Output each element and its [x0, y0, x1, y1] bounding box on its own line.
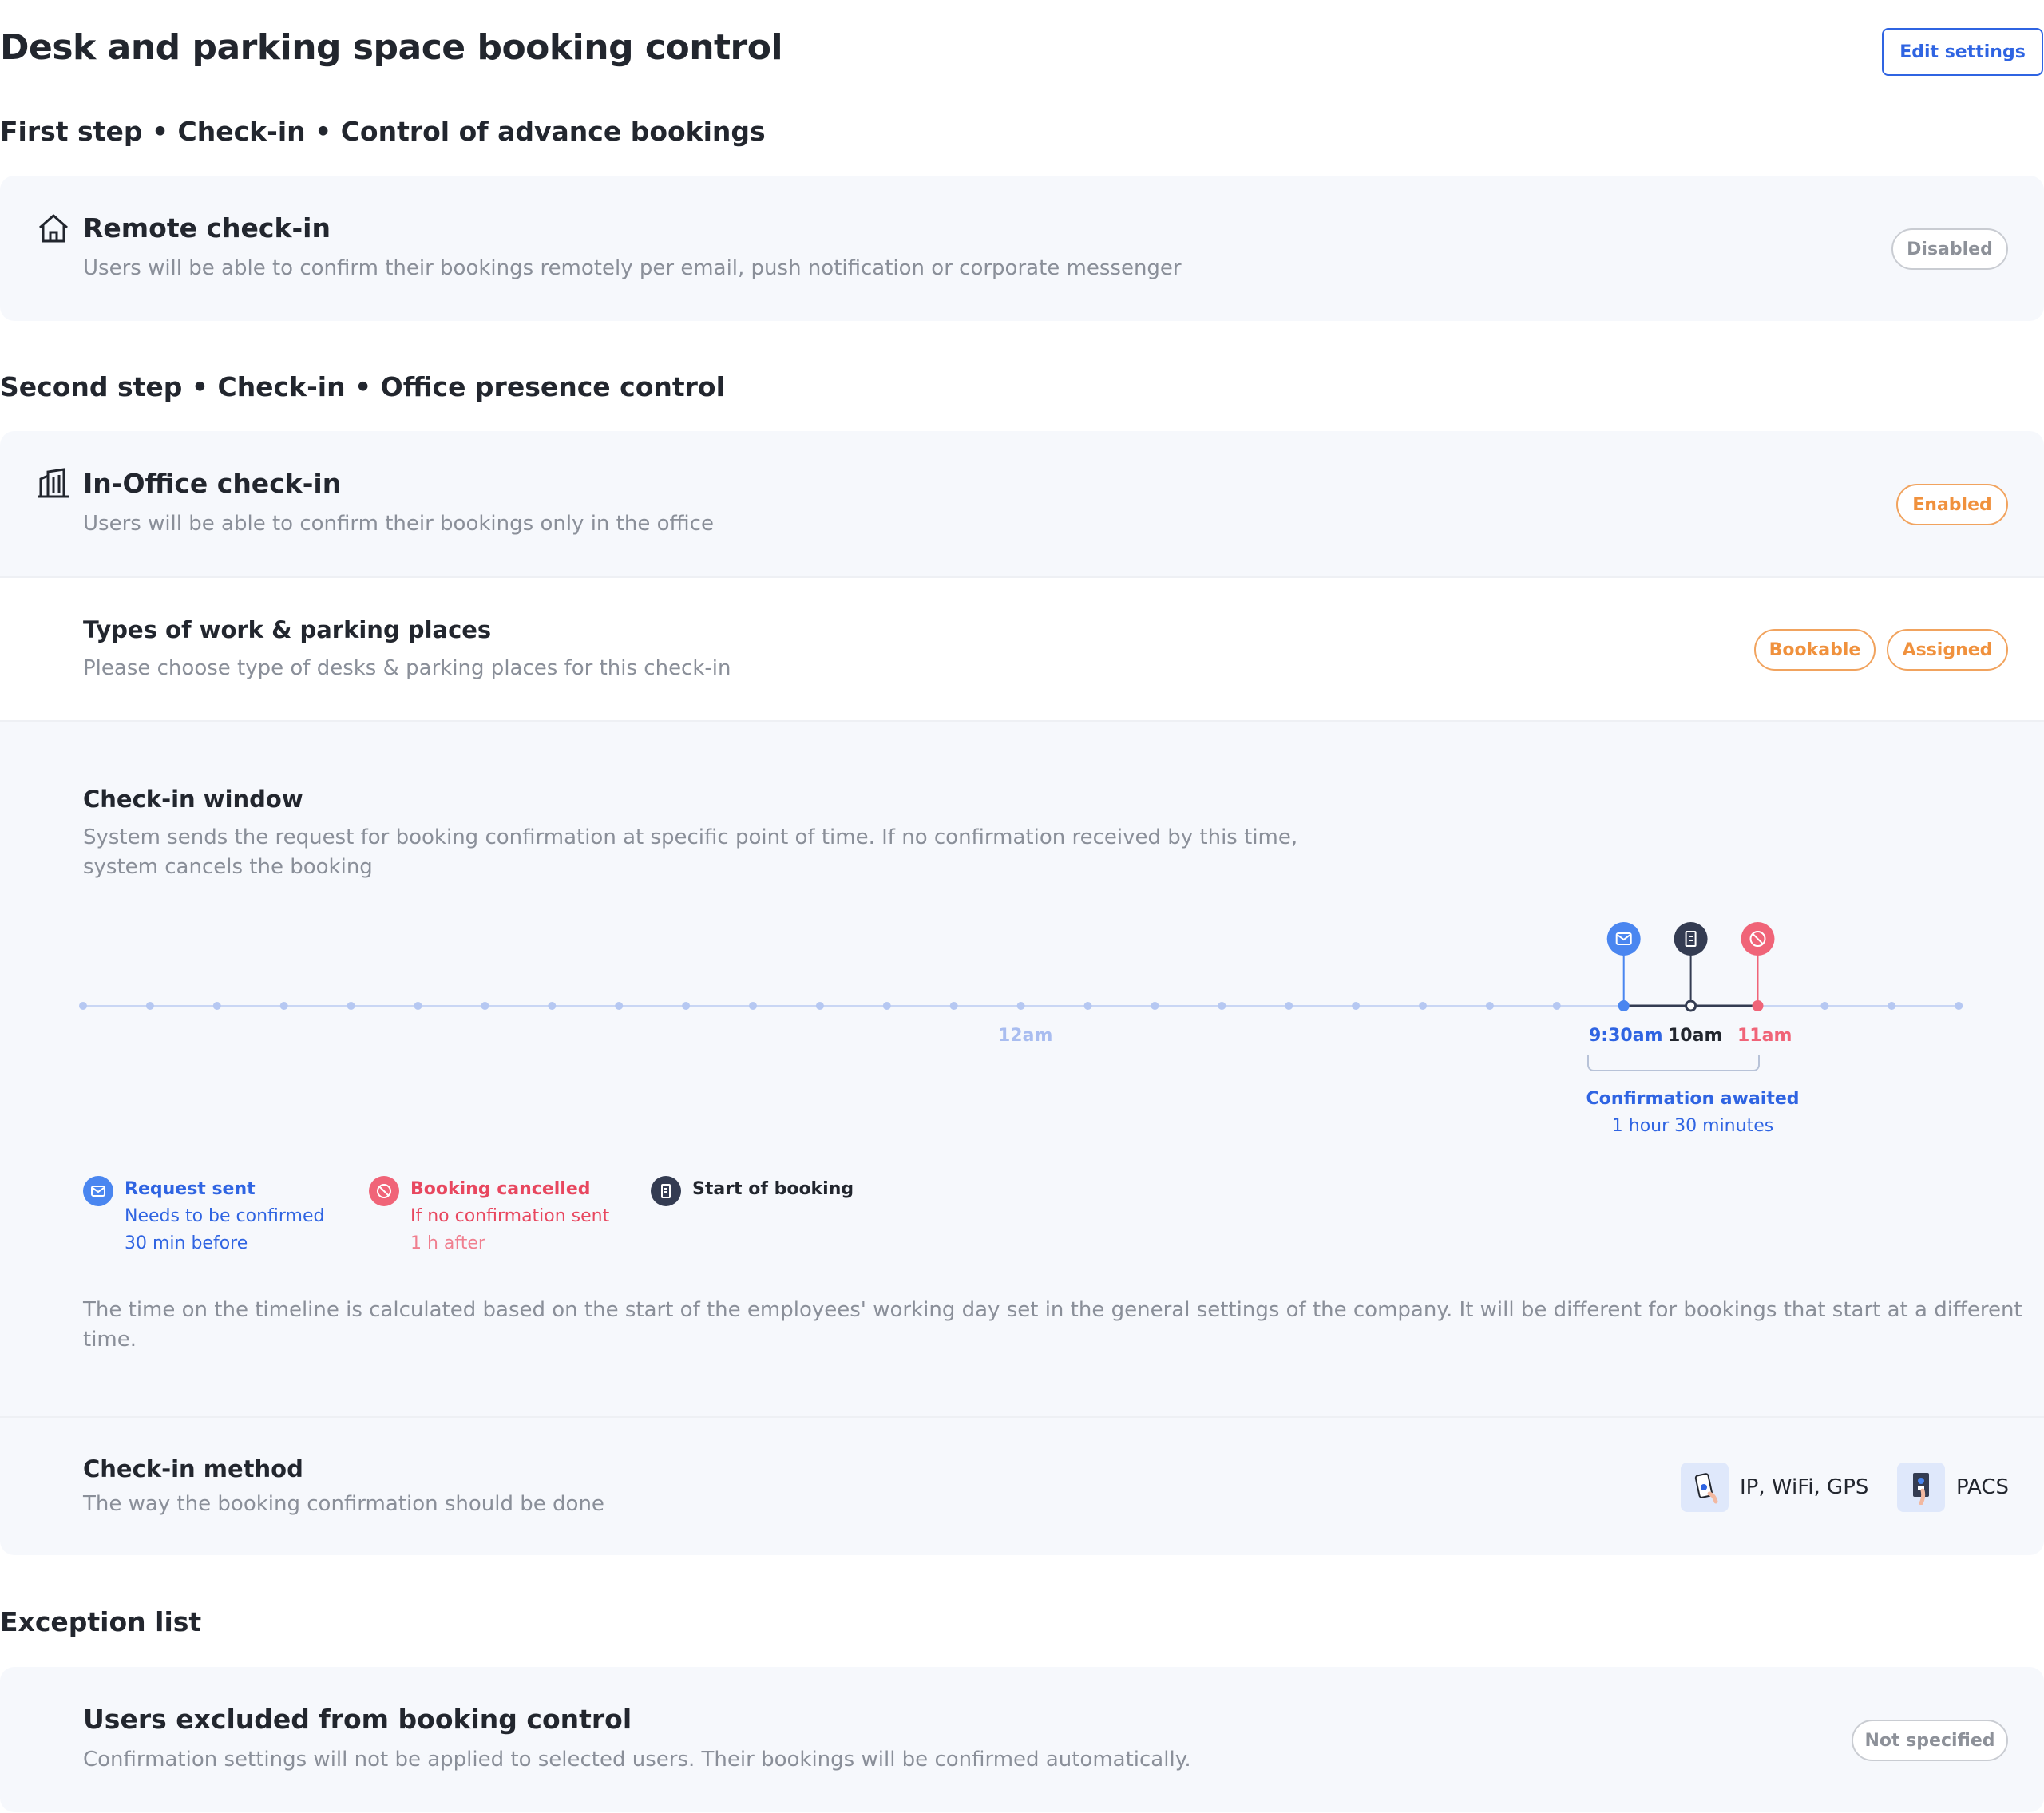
confirmation-bracket — [1587, 1055, 1760, 1071]
type-option-assigned[interactable]: Assigned — [1887, 629, 2008, 671]
timeline-tick — [1352, 1002, 1361, 1010]
timeline-tick — [414, 1002, 422, 1010]
legend-cancel-title: Booking cancelled — [410, 1179, 591, 1199]
access-card-icon — [1897, 1463, 1945, 1512]
legend-cancel-line1: If no confirmation sent — [410, 1206, 610, 1226]
divider — [0, 1416, 2044, 1418]
types-title: Types of work & parking places — [83, 616, 492, 643]
timeline-tick — [548, 1002, 557, 1010]
timeline-tick — [481, 1002, 489, 1010]
remote-checkin-card: Remote check-in Users will be able to co… — [0, 176, 2044, 321]
types-subtitle: Please choose type of desks & parking pl… — [83, 656, 731, 680]
method-option-pacs[interactable]: PACS — [1897, 1463, 2009, 1512]
confirmation-awaited-title: Confirmation awaited — [1586, 1089, 1800, 1109]
legend-start-title: Start of booking — [692, 1179, 854, 1199]
timeline-markers — [1606, 922, 1775, 1012]
edit-settings-button[interactable]: Edit settings — [1882, 28, 2043, 76]
timeline-note-line1: The time on the timeline is calculated b… — [83, 1298, 2022, 1322]
timeline-tick — [682, 1002, 691, 1010]
timeline-tick — [949, 1002, 958, 1010]
timeline-note-line2: time. — [83, 1328, 137, 1352]
timeline-tick — [1218, 1002, 1226, 1010]
type-option-bookable[interactable]: Bookable — [1754, 629, 1876, 671]
inoffice-checkin-status-badge[interactable]: Enabled — [1896, 484, 2008, 525]
remote-checkin-title: Remote check-in — [83, 212, 331, 243]
timeline-tick — [145, 1002, 154, 1010]
timeline-tick — [279, 1002, 288, 1010]
timeline-tick — [1552, 1002, 1561, 1010]
method-label-ip-wifi-gps: IP, WiFi, GPS — [1740, 1475, 1869, 1499]
legend-request-line1: Needs to be confirmed — [125, 1206, 325, 1226]
phone-location-icon — [1681, 1463, 1729, 1512]
excluded-users-title: Users excluded from booking control — [83, 1704, 632, 1735]
timeline-tick — [347, 1002, 355, 1010]
checkin-method-subtitle: The way the booking confirmation should … — [83, 1492, 604, 1516]
timeline-tick — [1285, 1002, 1293, 1010]
timeline-tick — [815, 1002, 824, 1010]
home-icon — [39, 214, 68, 243]
timeline-tick — [1485, 1002, 1494, 1010]
inoffice-checkin-title: In-Office check-in — [83, 468, 342, 499]
timeline-tick — [1888, 1002, 1896, 1010]
timeline-tick — [79, 1002, 87, 1010]
cancel-icon — [1741, 922, 1775, 956]
timeline-tick — [749, 1002, 757, 1010]
booking-icon — [1674, 922, 1708, 956]
excluded-users-card: Users excluded from booking control Conf… — [0, 1667, 2044, 1812]
booking-icon — [651, 1176, 681, 1206]
legend-request-title: Request sent — [125, 1179, 256, 1199]
timeline-tick — [1016, 1002, 1025, 1010]
timeline-tick — [615, 1002, 624, 1010]
timeline-tick — [212, 1002, 221, 1010]
inoffice-checkin-subtitle: Users will be able to confirm their book… — [83, 512, 714, 536]
timeline-tick — [1151, 1002, 1159, 1010]
method-option-ip-wifi-gps[interactable]: IP, WiFi, GPS — [1681, 1463, 1868, 1512]
remote-checkin-status-badge[interactable]: Disabled — [1891, 228, 2008, 270]
timeline-tick — [1820, 1002, 1829, 1010]
checkin-window-subtitle-line1: System sends the request for booking con… — [83, 825, 1298, 849]
remote-checkin-subtitle: Users will be able to confirm their book… — [83, 256, 1182, 280]
page-title: Desk and parking space booking control — [0, 27, 783, 68]
excluded-users-status-badge[interactable]: Not specified — [1852, 1720, 2008, 1761]
mail-icon — [1606, 922, 1641, 956]
method-label-pacs: PACS — [1956, 1475, 2010, 1499]
excluded-users-subtitle: Confirmation settings will not be applie… — [83, 1748, 1191, 1771]
timeline-label-cancel-time: 11am — [1737, 1026, 1792, 1046]
timeline-label-midnight: 12am — [998, 1026, 1053, 1046]
cancel-marker-dot — [1752, 1000, 1764, 1011]
office-building-icon — [38, 468, 69, 498]
timeline-tick — [1083, 1002, 1092, 1010]
confirmation-awaited-duration: 1 hour 30 minutes — [1611, 1116, 1774, 1136]
timeline-tick — [882, 1002, 891, 1010]
types-row: Types of work & parking places Please ch… — [0, 578, 2044, 720]
timeline-label-request-time: 9:30am — [1589, 1026, 1663, 1046]
start-marker-dot — [1685, 1000, 1697, 1012]
legend-cancel-line2: 1 h after — [410, 1233, 485, 1253]
timeline-tick — [1419, 1002, 1427, 1010]
checkin-window-title: Check-in window — [83, 786, 303, 813]
legend-request-line2: 30 min before — [125, 1233, 248, 1253]
mail-icon — [83, 1176, 113, 1206]
checkin-window-subtitle-line2: system cancels the booking — [83, 855, 373, 879]
section-title-second-step: Second step • Check-in • Office presence… — [0, 371, 725, 402]
timeline-label-start-time: 10am — [1668, 1026, 1723, 1046]
checkin-method-title: Check-in method — [83, 1455, 303, 1482]
cancel-icon — [369, 1176, 399, 1206]
section-title-first-step: First step • Check-in • Control of advan… — [0, 116, 766, 147]
request-marker-dot — [1618, 1000, 1630, 1011]
section-title-exceptions: Exception list — [0, 1606, 202, 1637]
timeline-tick — [1955, 1002, 1963, 1010]
